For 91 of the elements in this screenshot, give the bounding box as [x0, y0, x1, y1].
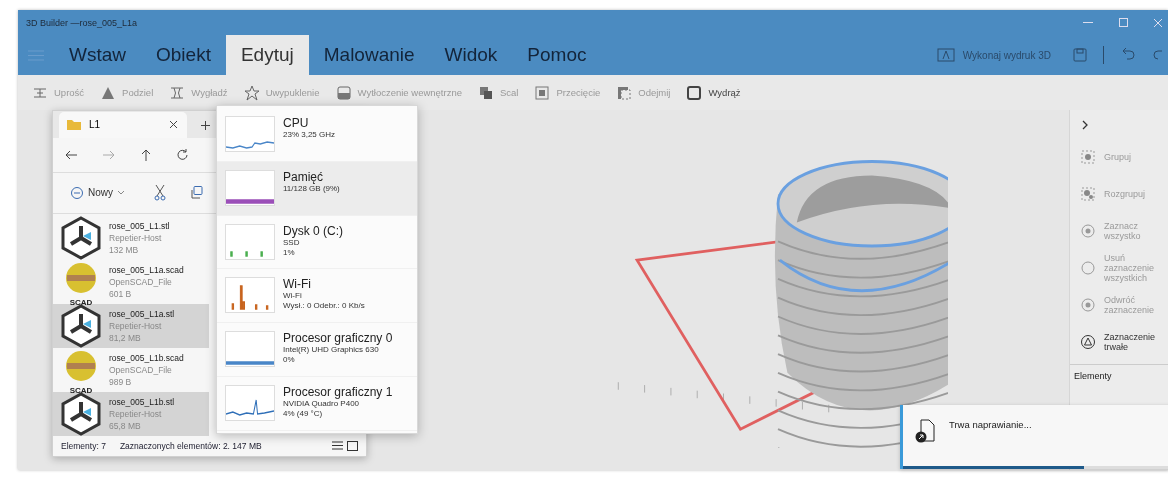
ribbon-tab[interactable]: Widok — [429, 35, 513, 75]
subtract-icon — [616, 84, 633, 101]
item-name: Pamięć — [283, 169, 324, 184]
performance-item[interactable]: Pamięć 11/128 GB (9%) — [217, 161, 417, 216]
item-detail: 11/128 GB (9%) — [283, 183, 340, 194]
minimize-icon[interactable] — [1083, 21, 1093, 24]
circle-icon — [1080, 259, 1096, 276]
item-name: Wi-Fi — [283, 277, 312, 292]
file-repair-icon — [915, 419, 935, 443]
file-type: Repetier-Host — [109, 232, 163, 245]
performance-item[interactable]: Dysk 0 (C:) SSD 1% — [217, 215, 417, 270]
ribbon-tab[interactable]: Obiekt — [141, 35, 226, 75]
selection-info: Zaznaczonych elementów: 2. 147 MB — [119, 441, 262, 452]
file-size: 601 B — [109, 288, 133, 301]
window-title: 3D Builder —rose_005_L1a — [26, 17, 138, 28]
file-name: rose_005_L1.stl — [109, 220, 170, 233]
file-size: 989 B — [109, 376, 133, 389]
close-icon[interactable] — [170, 121, 177, 129]
group-icon — [1080, 148, 1096, 165]
emboss-icon — [335, 84, 352, 101]
item-detail: Intel(R) UHD Graphics 630 — [283, 345, 380, 356]
item-detail: Wi-Fi — [283, 291, 303, 302]
file-type: Repetier-Host — [109, 408, 163, 421]
caret-icon — [118, 190, 124, 195]
sticky-icon — [1080, 333, 1096, 350]
ribbon-tab[interactable]: Pomoc — [512, 35, 602, 75]
item-name: Procesor graficzny 1 — [283, 385, 393, 400]
performance-item[interactable]: Procesor graficzny 1 NVIDIA Quadro P400 4% (49 °C) — [217, 377, 417, 431]
item-name: Procesor graficzny 0 — [283, 331, 393, 346]
file-item[interactable]: rose_005_L1.stl Repetier-Host 132 MB — [53, 216, 209, 261]
new-button[interactable]: Nowy — [65, 185, 130, 200]
file-item[interactable]: SCAD rose_005_L1b.scad OpenSCAD_File 989 B — [53, 348, 209, 393]
ribbon-tab[interactable]: Malowanie — [308, 35, 430, 75]
stl-file-icon — [59, 392, 103, 437]
folder-icon — [67, 119, 81, 131]
intersect-icon — [534, 84, 551, 101]
explorer-tab[interactable]: L1 — [59, 111, 187, 138]
file-size: 132 MB — [109, 244, 140, 257]
file-item[interactable]: rose_005_L1b.stl Repetier-Host 65,8 MB — [53, 392, 209, 437]
item-detail: 1% — [283, 247, 296, 258]
item-detail: NVIDIA Quadro P400 — [283, 399, 361, 410]
item-detail: 4% (49 °C) — [283, 409, 324, 420]
file-size: 81,2 MB — [109, 332, 142, 345]
stl-file-icon — [59, 216, 103, 261]
toolbar-button[interactable]: Wydrąż — [680, 84, 747, 101]
file-name: rose_005_L1a.stl — [109, 308, 175, 321]
cut-icon[interactable] — [154, 184, 166, 201]
undo-icon[interactable] — [1120, 47, 1136, 63]
file-type: OpenSCAD_File — [109, 364, 173, 377]
file-size: 65,8 MB — [109, 420, 142, 433]
copy-icon[interactable] — [190, 186, 203, 200]
hollow-icon — [686, 84, 703, 101]
item-detail: 23% 3,25 GHz — [283, 130, 336, 140]
toast-message: Trwa naprawianie... — [949, 419, 1032, 432]
chevron-icon[interactable] — [1082, 120, 1088, 130]
item-detail: SSD — [283, 237, 300, 248]
merge-icon — [477, 84, 494, 101]
details-view-icon[interactable] — [332, 441, 343, 451]
ribbon-tab[interactable]: Wstaw — [54, 35, 141, 75]
select-icon — [1080, 296, 1096, 313]
item-count: Elementy: 7 — [61, 441, 106, 452]
file-name: rose_005_L1b.stl — [109, 396, 175, 409]
stl-file-icon — [59, 304, 103, 349]
file-name: rose_005_L1a.scad — [109, 264, 184, 277]
printer-icon — [936, 48, 955, 62]
star-icon — [243, 84, 260, 101]
file-item[interactable]: SCAD rose_005_L1a.scad OpenSCAD_File 601 B — [53, 260, 209, 305]
performance-item[interactable]: Wi-Fi Wi-Fi Wysł.: 0 Odebr.: 0 Kb/s — [217, 269, 417, 324]
smooth-icon — [169, 84, 186, 101]
item-detail: Wysł.: 0 Odebr.: 0 Kb/s — [283, 301, 365, 312]
side-panel-button[interactable]: Zaznaczenie trwałe — [1070, 323, 1166, 360]
up-icon[interactable] — [141, 148, 151, 161]
performance-item[interactable]: Procesor graficzny 0 Intel(R) UHD Graphics 630 0% — [217, 323, 417, 378]
file-type: Repetier-Host — [109, 320, 163, 333]
item-name: Dysk 0 (C:) — [283, 223, 343, 238]
section-label: Elementy — [1070, 364, 1168, 381]
print-3d-button[interactable]: Wykonaj wydruk 3D — [930, 47, 1057, 63]
refresh-icon[interactable] — [177, 149, 188, 161]
add-tab-icon[interactable] — [201, 120, 210, 130]
item-detail: 0% — [283, 355, 296, 366]
file-item[interactable]: rose_005_L1a.stl Repetier-Host 81,2 MB — [53, 304, 209, 349]
performance-item[interactable]: CPU 23% 3,25 GHz — [217, 108, 417, 162]
file-name: rose_005_L1b.scad — [109, 352, 184, 365]
maximize-icon[interactable] — [1119, 18, 1128, 27]
ribbon-tab[interactable]: Edytuj — [225, 35, 309, 75]
ungroup-icon — [1080, 185, 1096, 202]
select-icon — [1080, 222, 1096, 239]
tiles-view-icon[interactable] — [347, 441, 358, 452]
item-name: CPU — [283, 116, 310, 130]
file-type: OpenSCAD_File — [109, 276, 173, 289]
back-icon[interactable] — [65, 149, 77, 160]
